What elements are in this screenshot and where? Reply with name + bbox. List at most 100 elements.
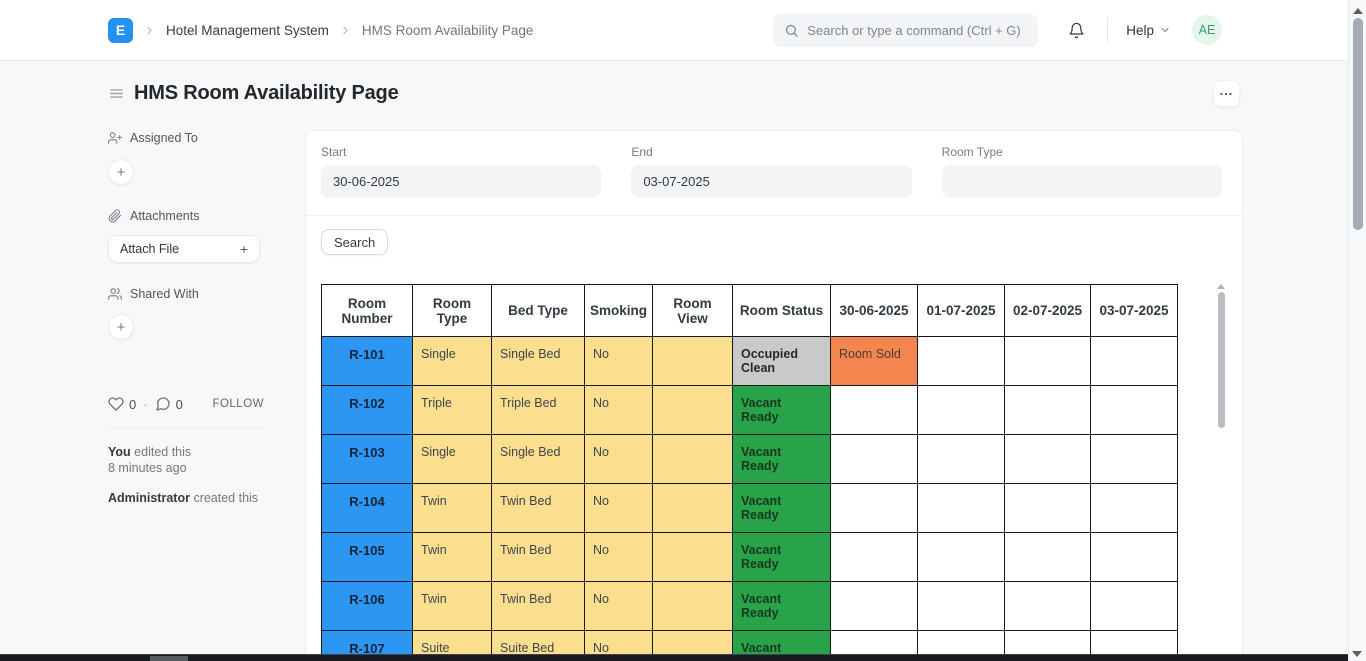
bed-type-cell: Single Bed	[492, 337, 585, 386]
follow-button[interactable]: FOLLOW	[212, 398, 264, 410]
smoking-cell: No	[585, 582, 653, 631]
table-row: R-104TwinTwin BedNoVacant Ready	[322, 484, 1178, 533]
start-date-field: Start	[321, 145, 601, 198]
heart-icon[interactable]	[108, 396, 124, 412]
room-view-cell	[653, 337, 733, 386]
add-share-button[interactable]: +	[108, 314, 134, 340]
attachments-label: Attachments	[130, 209, 199, 223]
table-row: R-106TwinTwin BedNoVacant Ready	[322, 582, 1178, 631]
bed-type-cell: Twin Bed	[492, 533, 585, 582]
room-number-cell: R-102	[322, 386, 413, 435]
column-header: 02-07-2025	[1005, 285, 1091, 337]
room-number-cell: R-104	[322, 484, 413, 533]
table-scrollbar[interactable]	[1217, 284, 1225, 654]
add-assignment-button[interactable]: +	[108, 159, 134, 185]
user-avatar[interactable]: AE	[1192, 15, 1222, 45]
date-availability-cell	[831, 582, 918, 631]
start-date-input[interactable]	[321, 165, 601, 198]
room-type-cell: Twin	[413, 484, 492, 533]
room-type-input[interactable]	[942, 165, 1222, 198]
attach-file-button[interactable]: Attach File +	[108, 235, 260, 263]
date-availability-cell	[918, 386, 1005, 435]
date-availability-cell	[831, 533, 918, 582]
bed-type-cell: Single Bed	[492, 435, 585, 484]
smoking-cell: No	[585, 533, 653, 582]
availability-table-wrap: Room NumberRoom TypeBed TypeSmokingRoom …	[321, 284, 1242, 655]
date-availability-cell	[1005, 533, 1091, 582]
date-availability-cell	[918, 337, 1005, 386]
scrollbar-up-arrow-icon[interactable]	[1353, 8, 1363, 14]
start-label: Start	[321, 145, 601, 159]
date-availability-cell	[831, 386, 918, 435]
document-sidebar: Assigned To + Attachments Attach File + …	[108, 131, 264, 506]
room-status-cell: Vacant Ready	[733, 582, 831, 631]
likes-count: 0	[129, 397, 136, 412]
date-availability-cell	[918, 582, 1005, 631]
plus-icon: +	[240, 241, 248, 257]
help-menu[interactable]: Help	[1126, 23, 1171, 38]
search-icon	[784, 23, 799, 38]
vertical-scrollbar[interactable]	[1348, 0, 1366, 661]
table-row: R-105TwinTwin BedNoVacant Ready	[322, 533, 1178, 582]
horizontal-scrollbar-thumb[interactable]	[150, 656, 188, 661]
date-availability-cell	[1091, 631, 1178, 656]
room-status-cell: Vacant Ready	[733, 533, 831, 582]
navbar: E Hotel Management System HMS Room Avail…	[0, 0, 1348, 61]
bed-type-cell: Triple Bed	[492, 386, 585, 435]
room-status-cell: Vacant Ready	[733, 386, 831, 435]
room-view-cell	[653, 386, 733, 435]
assigned-to-section: Assigned To	[108, 131, 264, 145]
created-by: Administrator	[108, 491, 190, 505]
paperclip-icon	[108, 209, 122, 223]
date-availability-cell	[1005, 435, 1091, 484]
date-availability-cell	[1091, 484, 1178, 533]
sidebar-divider	[108, 427, 264, 428]
room-view-cell	[653, 435, 733, 484]
global-search[interactable]	[773, 14, 1038, 47]
date-availability-cell	[831, 631, 918, 656]
breadcrumb-item-hotel-management-system[interactable]: Hotel Management System	[166, 23, 329, 38]
date-availability-cell	[918, 435, 1005, 484]
created-activity: Administrator created this	[108, 490, 264, 506]
comment-icon[interactable]	[155, 396, 171, 412]
room-status-cell: Vacant Ready	[733, 484, 831, 533]
horizontal-scrollbar[interactable]	[0, 654, 1348, 661]
smoking-cell: No	[585, 337, 653, 386]
room-type-cell: Triple	[413, 386, 492, 435]
app-logo[interactable]: E	[108, 18, 133, 43]
room-number-cell: R-105	[322, 533, 413, 582]
edited-time: 8 minutes ago	[108, 461, 187, 475]
smoking-cell: No	[585, 386, 653, 435]
edited-by: You	[108, 445, 131, 459]
table-scrollbar-thumb[interactable]	[1218, 292, 1225, 428]
room-type-cell: Suite	[413, 631, 492, 656]
room-view-cell	[653, 484, 733, 533]
search-input[interactable]	[807, 23, 1027, 38]
scroll-up-arrow-icon[interactable]	[1217, 284, 1225, 289]
table-row: R-102TripleTriple BedNo Vacant Ready	[322, 386, 1178, 435]
column-header: Bed Type	[492, 285, 585, 337]
scrollbar-down-arrow-icon[interactable]	[1352, 651, 1362, 657]
room-type-field: Room Type	[942, 145, 1222, 198]
attach-file-label: Attach File	[120, 242, 179, 256]
column-header: 01-07-2025	[918, 285, 1005, 337]
more-options-button[interactable]: ...	[1213, 80, 1240, 107]
room-number-cell: R-107	[322, 631, 413, 656]
navbar-divider	[1107, 17, 1108, 43]
menu-hamburger-icon[interactable]	[108, 85, 125, 102]
column-header: Room Type	[413, 285, 492, 337]
table-row: R-103SingleSingle BedNoVacant Ready	[322, 435, 1178, 484]
dot-separator: ·	[143, 397, 147, 412]
search-button[interactable]: Search	[321, 229, 388, 255]
smoking-cell: No	[585, 631, 653, 656]
smoking-cell: No	[585, 484, 653, 533]
end-date-input[interactable]	[631, 165, 911, 198]
date-availability-cell	[1005, 582, 1091, 631]
date-availability-cell	[918, 533, 1005, 582]
date-availability-cell	[1005, 631, 1091, 656]
notifications-bell-icon[interactable]	[1068, 22, 1085, 39]
vertical-scrollbar-thumb[interactable]	[1353, 18, 1363, 230]
room-type-cell: Single	[413, 435, 492, 484]
chevron-right-icon	[143, 24, 156, 37]
bed-type-cell: Suite Bed	[492, 631, 585, 656]
